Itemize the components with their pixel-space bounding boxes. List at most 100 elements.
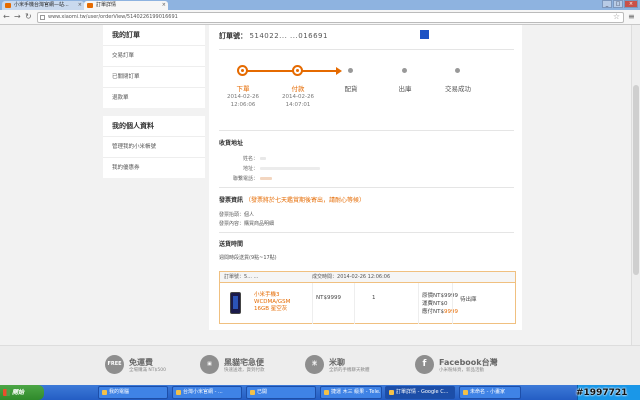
taskbar-button-xiaomi-site[interactable]: 台灣小米官網 - ...: [172, 386, 242, 399]
window-controls: _ □ ×: [602, 0, 638, 9]
taskbar-button-folder[interactable]: 已開: [246, 386, 316, 399]
footer-subtitle: 全新的手機聊天軟體: [329, 368, 370, 373]
reload-icon[interactable]: ↻: [25, 13, 32, 21]
facebook-icon: f: [415, 355, 434, 374]
invoice-type-row: 發票抬頭：個人: [219, 211, 254, 218]
phone-label: 聯繫電話：: [232, 176, 258, 182]
step-time-placed: 2014-02-26 12:06:06: [213, 93, 273, 109]
step-node-paid: [292, 65, 303, 76]
progress-arrow-icon: [336, 67, 342, 75]
invoice-content-label: 發票內容：: [219, 221, 245, 227]
step-date: 2014-02-26: [227, 94, 259, 100]
taskbar-button-telegram[interactable]: 捷運 木三 級果 - Tele...: [320, 386, 382, 399]
sidebar-item-coupons[interactable]: 我的優惠券: [103, 157, 205, 178]
product-name-link[interactable]: 小米手機3 WCDMA/GSM 16GB 星空灰: [254, 292, 306, 313]
sidebar-item-manage-account[interactable]: 管理我的小米帳號: [103, 136, 205, 157]
windows-taskbar: 開始 我的電腦 台灣小米官網 - ... 已開 捷運 木三 級果 - Tele.…: [0, 385, 640, 400]
free-shipping-icon: FREE: [105, 355, 124, 374]
scrollbar-thumb[interactable]: [633, 85, 639, 275]
site-footer: FREE 免運費 全場購滿 NT$500 ▣ 黑貓宅急便 快速送達，貨到付款 米…: [0, 345, 640, 385]
browser-tab-order-detail[interactable]: 訂單詳情 ×: [84, 1, 168, 10]
browser-tab-strip: 小米手機台灣官網—站... × 訂單詳情 × _ □ ×: [0, 0, 640, 10]
blue-square-marker: [420, 30, 429, 39]
address-street-row: 地址：: [219, 165, 320, 172]
invoice-notice: （發票將於七天鑑賞期後寄出，請耐心等候）: [244, 197, 365, 204]
footer-subtitle: 全場購滿 NT$500: [129, 368, 166, 373]
divider: [219, 232, 514, 233]
invoice-content-value: 購買商品明細: [244, 221, 275, 227]
image-watermark: #1997721: [576, 388, 628, 398]
step-node-placed: [237, 65, 248, 76]
back-arrow-icon[interactable]: ←: [3, 13, 10, 21]
redacted-phone: [259, 177, 272, 180]
order-table-header: 訂單號：5... ... 成交時間：2014-02-26 12:06:06: [220, 272, 515, 283]
sidebar-divider: [103, 108, 205, 116]
invoice-type-value: 個人: [244, 212, 255, 218]
table-order-value: 5... ...: [244, 274, 259, 280]
divider: [219, 187, 514, 188]
address-label: 地址：: [242, 166, 258, 172]
address-phone-row: 聯繫電話：: [219, 175, 272, 182]
bookmark-star-icon[interactable]: ☆: [613, 12, 620, 21]
step-date: 2014-02-26: [282, 94, 314, 100]
order-detail-panel: 訂單號： 514022... ...016691 下單 付款 配貨 出庫 交易成…: [209, 25, 522, 330]
order-number: 514022... ...016691: [249, 32, 328, 40]
favicon-icon: [87, 3, 93, 8]
favicon-icon: [5, 3, 11, 8]
column-divider: [452, 283, 453, 324]
step-node-complete: [455, 68, 460, 73]
divider: [219, 49, 514, 50]
maximize-icon[interactable]: □: [613, 0, 623, 8]
invoice-content-row: 發票內容：購買商品明細: [219, 220, 274, 227]
product-thumbnail[interactable]: [230, 292, 241, 314]
redacted-name: [259, 157, 266, 160]
start-button[interactable]: 開始: [0, 385, 44, 400]
taskbar-button-paint[interactable]: 未命名 - 小畫家: [459, 386, 521, 399]
table-order-label: 訂單號：: [224, 274, 245, 280]
address-heading: 收貨地址: [219, 140, 244, 147]
progress-line-done: [242, 70, 336, 72]
forward-arrow-icon[interactable]: →: [14, 13, 21, 21]
sidebar-item-refunds[interactable]: 退款單: [103, 87, 205, 108]
taskbar-button-my-computer[interactable]: 我的電腦: [98, 386, 168, 399]
quantity: 1: [372, 295, 376, 301]
amount-due-value: 9999: [443, 309, 458, 315]
minimize-icon[interactable]: _: [602, 0, 612, 8]
sidebar-item-closed-orders[interactable]: 已關閉訂單: [103, 66, 205, 87]
order-title-label: 訂單號：: [219, 32, 247, 40]
invoice-type-label: 發票抬頭：: [219, 212, 245, 218]
close-tab-icon[interactable]: ×: [78, 1, 82, 10]
page-icon: [40, 15, 45, 20]
column-divider: [418, 283, 419, 324]
invoice-heading-row: 發票資訊 （發票將於七天鑑賞期後寄出，請耐心等候）: [219, 195, 365, 204]
delivery-heading: 送貨時間: [219, 241, 244, 248]
table-time: 成交時間：2014-02-26 12:06:06: [312, 272, 390, 283]
amount-due-label: 應付NT$: [422, 309, 444, 315]
footer-subtitle: 小米粉絲頁，新品活動: [439, 368, 484, 373]
address-bar[interactable]: www.xiaomi.tw/user/orderView/51402261990…: [37, 12, 624, 23]
step-node-shipped: [402, 68, 407, 73]
taskbar-button-chrome-order[interactable]: 訂單詳情 - Google C...: [385, 386, 455, 399]
step-label-shipped: 出庫: [398, 85, 412, 93]
close-tab-icon[interactable]: ×: [162, 1, 166, 10]
sidebar-item-trade-orders[interactable]: 交易訂單: [103, 45, 205, 66]
browser-tab-xiaomi[interactable]: 小米手機台灣官網—站... ×: [2, 1, 84, 10]
step-label-complete: 交易成功: [445, 85, 471, 93]
unit-price: NT$9999: [316, 295, 341, 301]
order-items-table: 訂單號：5... ... 成交時間：2014-02-26 12:06:06 小米…: [219, 271, 516, 324]
column-divider: [354, 283, 355, 324]
step-node-picking: [348, 68, 353, 73]
tab-label: 訂單詳情: [96, 2, 117, 8]
wrench-menu-icon[interactable]: ≡: [628, 12, 635, 21]
divider: [219, 130, 514, 131]
footer-subtitle: 快速送達，貨到付款: [224, 368, 265, 373]
browser-toolbar: ← → ↻ www.xiaomi.tw/user/orderView/51402…: [0, 10, 640, 25]
table-time-label: 成交時間：: [312, 274, 338, 280]
step-clock: 12:06:06: [230, 102, 256, 108]
account-sidebar: 我的訂單 交易訂單 已關閉訂單 退款單 我的個人資料 管理我的小米帳號 我的優惠…: [103, 25, 205, 178]
step-clock: 14:07:01: [285, 102, 311, 108]
close-window-icon[interactable]: ×: [624, 0, 638, 8]
column-divider: [312, 283, 313, 324]
vertical-scrollbar[interactable]: [631, 25, 640, 345]
miliao-chat-icon: 米: [305, 355, 324, 374]
